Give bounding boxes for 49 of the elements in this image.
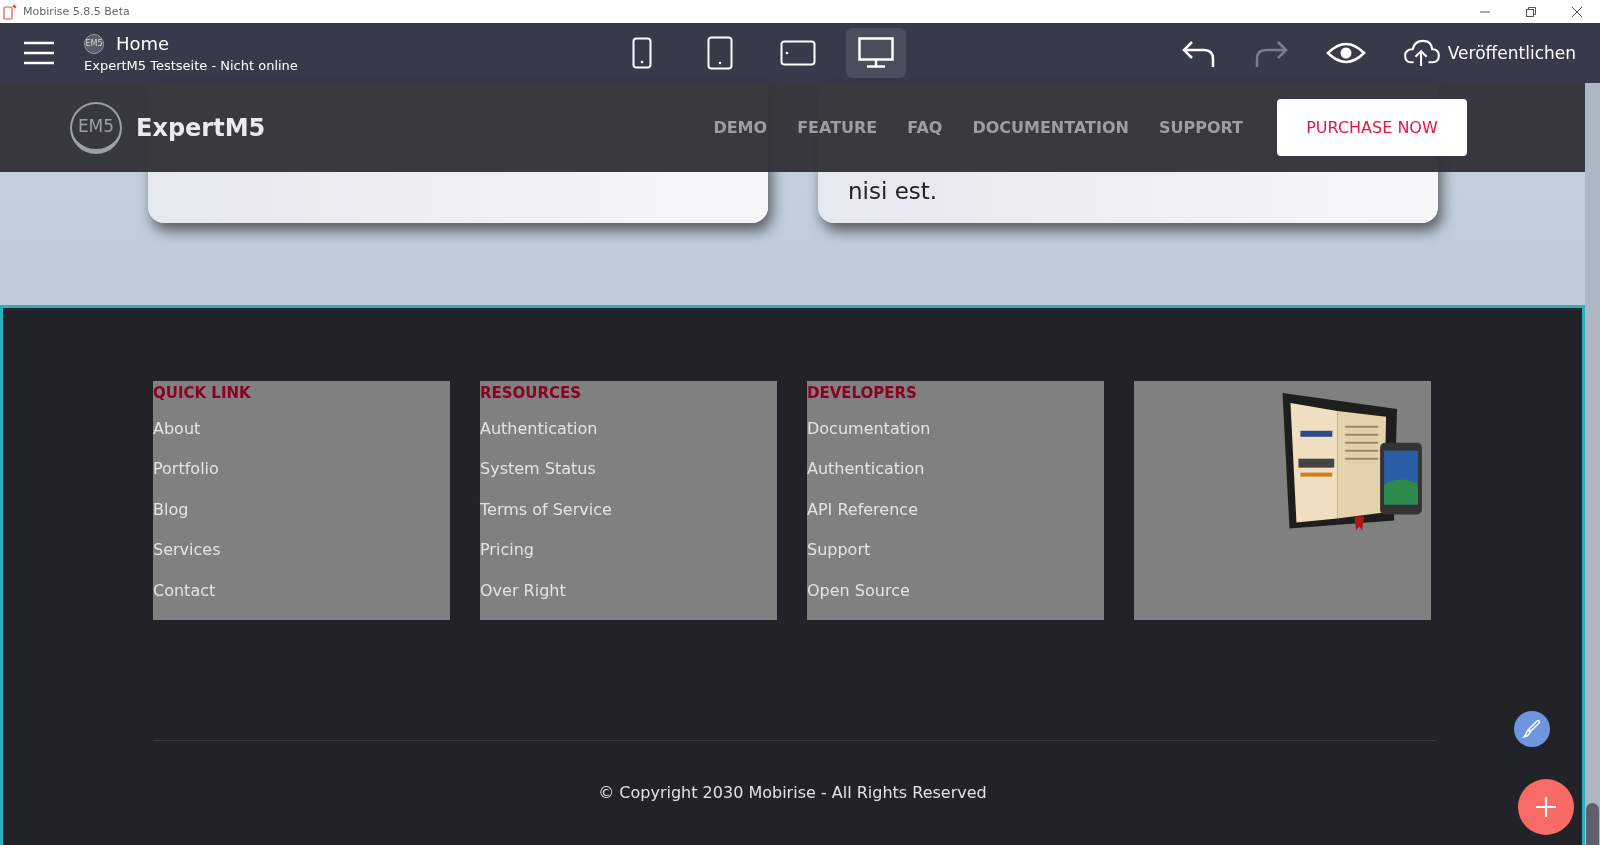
footer-link[interactable]: Support [807,539,1104,580]
add-block-button[interactable] [1518,779,1574,835]
page-title: Home [116,33,170,54]
nav-link[interactable]: DOCUMENTATION [972,118,1129,137]
nav-link[interactable]: SUPPORT [1158,118,1243,137]
nav-link[interactable]: FAQ [907,118,943,137]
menu-icon[interactable] [24,41,54,65]
footer-link[interactable]: Documentation [807,418,1104,459]
footer-link[interactable]: Terms of Service [480,498,777,540]
column-heading: DEVELOPERS [807,384,918,402]
phone-icon [632,37,652,69]
purchase-button[interactable]: PURCHASE NOW [1277,99,1467,156]
footer-link[interactable]: Open Source [807,579,1104,621]
copyright-text: © Copyright 2030 Mobirise - All Rights Reserved [598,783,987,802]
brand-logo: EM5 [70,101,122,154]
footer-link[interactable]: Services [153,539,450,580]
site-status: ExpertM5 Testseite - Nicht online [84,58,299,73]
close-icon[interactable] [1572,6,1582,17]
desktop-view-button[interactable] [846,28,906,78]
brush-icon [1522,719,1542,739]
cloud-upload-icon [1403,39,1440,67]
footer-link[interactable]: Blog [153,498,450,540]
monitor-icon [858,37,894,69]
plus-icon [1535,796,1557,818]
site-logo: EM5 [84,33,104,54]
brand-name[interactable]: ExpertM5 [136,113,266,142]
footer-link[interactable]: Portfolio [153,458,450,499]
card-text: nisi est. [848,177,939,206]
footer-link[interactable]: Contact [153,579,450,621]
footer-link[interactable]: About [153,418,450,459]
footer-link[interactable]: Pricing [480,539,777,580]
restore-icon[interactable] [1526,6,1536,17]
footer-link[interactable]: Over Right [480,579,777,621]
nav-link[interactable]: DEMO [713,118,768,137]
publish-button[interactable]: Veröffentlichen [1403,39,1576,67]
scrollbar-thumb[interactable] [1586,803,1599,845]
undo-icon[interactable] [1181,38,1216,68]
footer-link[interactable]: Authentication [807,458,1104,499]
column-heading: RESOURCES [480,384,583,402]
column-heading: QUICK LINK [153,384,252,402]
footer-link[interactable]: Authentication [480,418,777,459]
footer-link[interactable]: System Status [480,458,777,499]
window-title: Mobirise 5.8.5 Beta [23,5,130,18]
app-icon [3,3,17,20]
footer-link[interactable]: API Reference [807,498,1104,540]
style-button[interactable] [1514,711,1550,747]
nav-link[interactable]: FEATURE [797,118,878,137]
tablet-landscape-icon [780,40,816,66]
tablet-icon [707,36,733,70]
